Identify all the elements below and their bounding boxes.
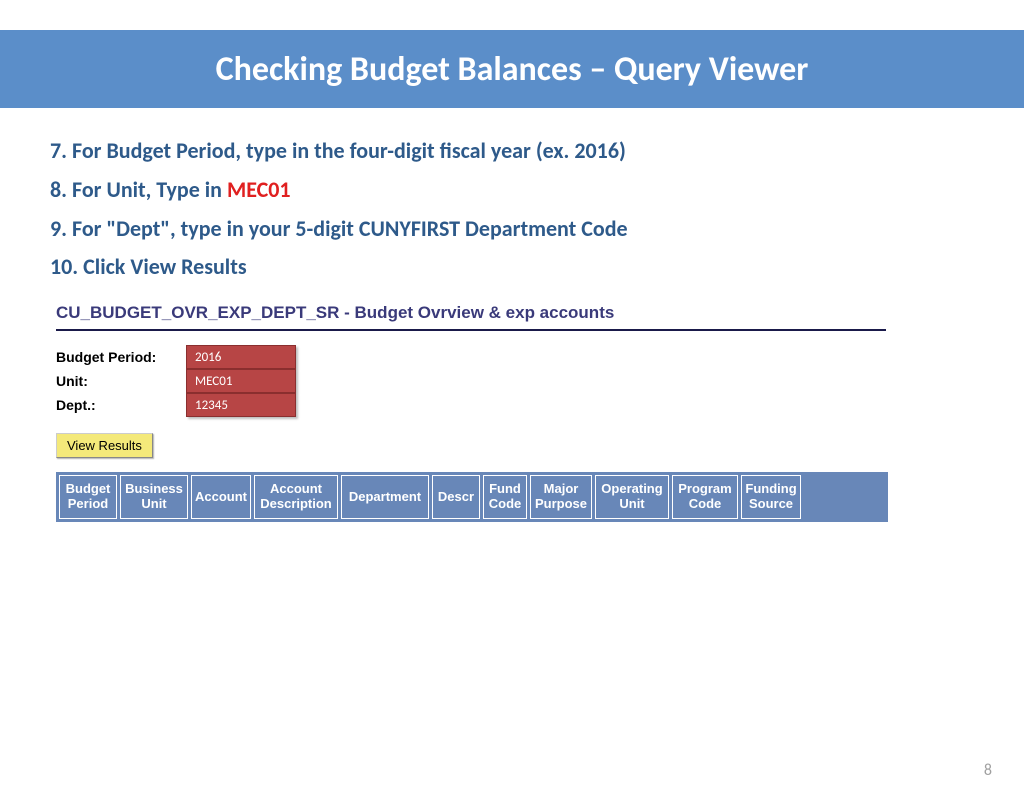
column-header[interactable]: Budget Period (59, 475, 117, 519)
column-header[interactable]: Major Purpose (530, 475, 592, 519)
column-header[interactable]: Account (191, 475, 251, 519)
page-title: Checking Budget Balances – Query Viewer (216, 49, 809, 90)
view-results-button[interactable]: View Results (56, 433, 153, 458)
page-number: 8 (984, 761, 992, 780)
step-8-text: 8. For Unit, Type in (50, 176, 227, 203)
column-header[interactable]: Operating Unit (595, 475, 669, 519)
results-table: Budget PeriodBusiness UnitAccountAccount… (56, 472, 888, 522)
column-header[interactable]: Account Description (254, 475, 338, 519)
unit-input[interactable]: MEC01 (186, 369, 296, 393)
step-8: 8. For Unit, Type in MEC01 (50, 175, 974, 206)
budget-period-input[interactable]: 2016 (186, 345, 296, 369)
column-header[interactable]: Department (341, 475, 429, 519)
budget-period-label: Budget Period: (56, 345, 186, 369)
content-area: 7. For Budget Period, type in the four-d… (0, 108, 1024, 522)
form-grid: Budget Period: 2016 Unit: MEC01 Dept.: 1… (56, 345, 296, 417)
table-header-row: Budget PeriodBusiness UnitAccountAccount… (59, 475, 885, 519)
column-header[interactable]: Descr (432, 475, 480, 519)
column-header[interactable]: Business Unit (120, 475, 188, 519)
step-8-code: MEC01 (227, 176, 291, 203)
column-header[interactable]: Fund Code (483, 475, 527, 519)
unit-label: Unit: (56, 369, 186, 393)
dept-label: Dept.: (56, 393, 186, 417)
column-header[interactable]: Program Code (672, 475, 738, 519)
title-bar: Checking Budget Balances – Query Viewer (0, 30, 1024, 108)
dept-input[interactable]: 12345 (186, 393, 296, 417)
divider (56, 329, 886, 331)
query-form: CU_BUDGET_OVR_EXP_DEPT_SR - Budget Ovrvi… (56, 303, 974, 522)
step-10: 10. Click View Results (50, 252, 974, 283)
column-header[interactable]: Funding Source (741, 475, 801, 519)
step-7: 7. For Budget Period, type in the four-d… (50, 136, 974, 167)
query-title: CU_BUDGET_OVR_EXP_DEPT_SR - Budget Ovrvi… (56, 303, 974, 323)
step-9: 9. For "Dept", type in your 5-digit CUNY… (50, 214, 974, 245)
